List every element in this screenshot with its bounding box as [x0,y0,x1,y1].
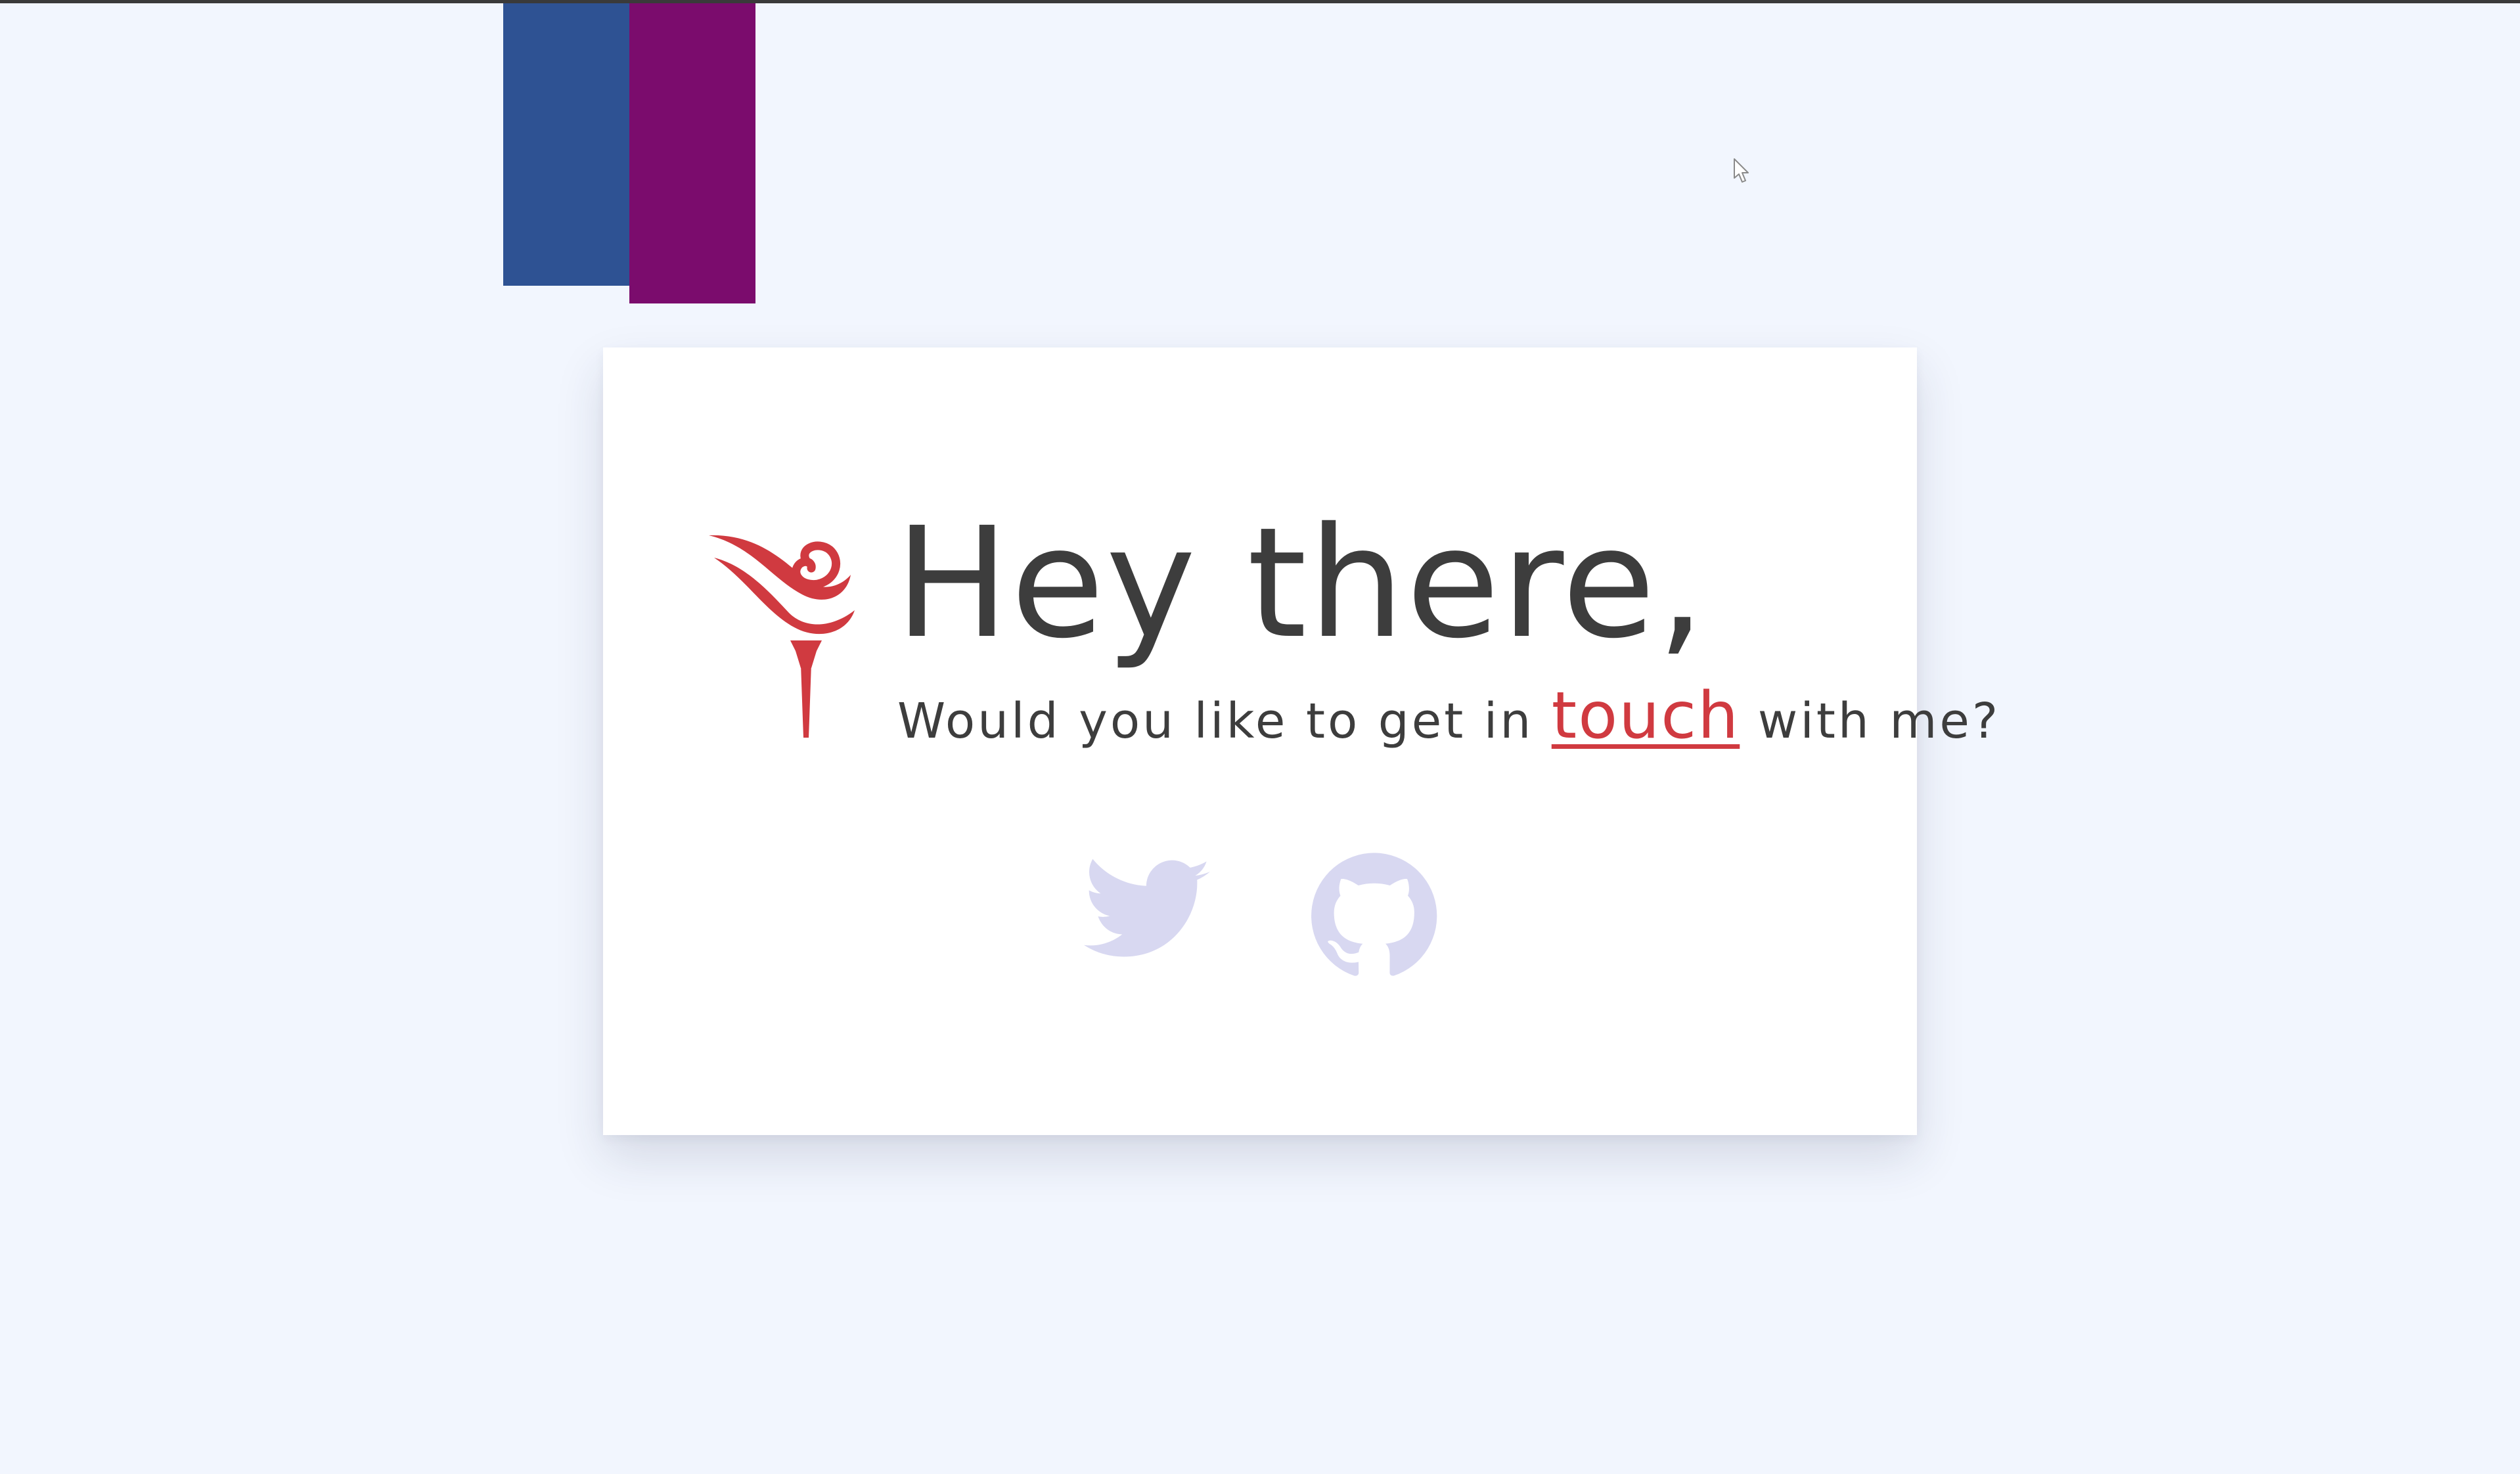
mouse-cursor-icon [1734,158,1749,183]
subtitle-before: Would you like to get in [897,693,1552,749]
github-link[interactable] [1311,851,1437,977]
twitter-bird-icon [1084,859,1210,957]
twitter-link[interactable] [1084,859,1210,964]
page-title: Hey there, [895,495,1707,672]
subtitle-after: with me? [1740,693,2001,749]
github-octocat-icon [1311,853,1437,976]
touch-link[interactable]: touch [1552,679,1740,753]
top-rule [0,0,2520,3]
flame-logo-icon [709,535,855,738]
purple-stripe [629,3,755,303]
blue-stripe [503,3,630,286]
subtitle: Would you like to get in touch with me? [897,678,2000,755]
